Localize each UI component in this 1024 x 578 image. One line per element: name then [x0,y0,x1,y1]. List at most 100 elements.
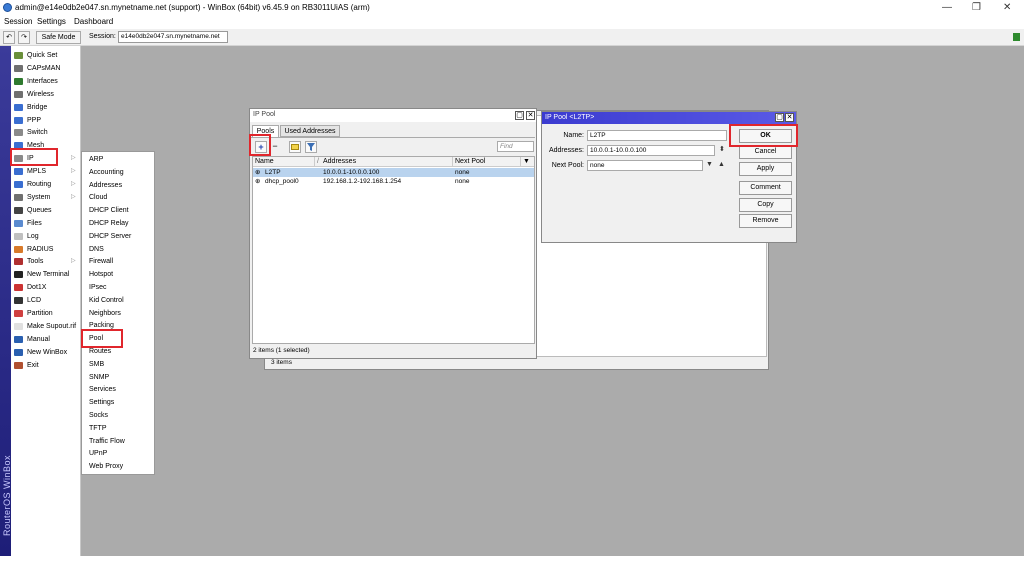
ip-submenu-item-smb[interactable]: SMB [82,358,154,371]
pool-name-cell: dhcp_pool0 [265,178,299,185]
session-field[interactable]: e14e0db2e047.sn.mynetname.net [118,31,228,43]
ip-submenu-item-dhcp-server[interactable]: DHCP Server [82,230,154,243]
sidebar-item-bridge[interactable]: Bridge [11,101,80,114]
ip-submenu-item-web-proxy[interactable]: Web Proxy [82,460,154,473]
sidebar-item-files[interactable]: Files [11,217,80,230]
filter-icon[interactable] [305,141,317,153]
redo-button[interactable]: ↷ [18,31,30,44]
ip-submenu-item-hotspot[interactable]: Hotspot [82,268,154,281]
name-field[interactable]: L2TP [587,130,727,141]
sidebar-item-interfaces[interactable]: Interfaces [11,75,80,88]
background-window-status: 3 items [271,359,292,366]
sidebar-item-lcd[interactable]: LCD [11,294,80,307]
undo-button[interactable]: ↶ [3,31,15,44]
sidebar-item-exit[interactable]: Exit [11,359,80,372]
sidebar-item-routing[interactable]: Routing ▷ [11,178,80,191]
pool-edit-titlebar: IP Pool <L2TP> ▢ ✕ [542,112,796,124]
sidebar-item-label: New WinBox [27,348,68,356]
ip-submenu-item-kid-control[interactable]: Kid Control [82,294,154,307]
ip-submenu-item-cloud[interactable]: Cloud [82,191,154,204]
sidebar-item-log[interactable]: Log [11,230,80,243]
column-chooser-icon[interactable]: ▼ [521,157,534,167]
ip-submenu-item-dhcp-client[interactable]: DHCP Client [82,204,154,217]
menu-dashboard[interactable]: Dashboard [74,17,113,26]
dot1x-icon [14,284,23,292]
interfaces-icon [14,77,23,85]
chevron-up-icon[interactable]: ▲ [718,161,725,168]
ip-submenu-item-settings[interactable]: Settings [82,396,154,409]
submenu-arrow-icon: ▷ [71,181,76,187]
maximize-button[interactable]: ❐ [972,2,981,13]
sidebar-item-tools[interactable]: Tools ▷ [11,255,80,268]
ip-pool-window: IP Pool ▢ ✕ Pools Used Addresses + − Fin… [249,108,537,359]
mpls-icon [14,168,23,176]
comment-button[interactable]: Comment [739,181,792,195]
column-next-pool[interactable]: Next Pool [453,157,521,167]
ip-submenu-item-accounting[interactable]: Accounting [82,166,154,179]
ip-submenu-item-snmp[interactable]: SNMP [82,371,154,384]
sidebar-item-radius[interactable]: RADIUS [11,243,80,256]
pool-addresses-cell: 192.168.1.2-192.168.1.254 [323,178,402,185]
chevron-down-icon[interactable]: ▼ [706,161,713,168]
ip-submenu-item-firewall[interactable]: Firewall [82,255,154,268]
sidebar-item-queues[interactable]: Queues [11,204,80,217]
comment-folder-icon[interactable] [289,141,301,153]
table-row[interactable]: ⊕ L2TP 10.0.0.1-10.0.0.100 none [253,168,534,177]
maximize-icon[interactable]: ▢ [515,111,524,120]
ip-submenu-item-traffic-flow[interactable]: Traffic Flow [82,435,154,448]
menu-session[interactable]: Session [4,17,32,26]
pool-edit-title: IP Pool <L2TP> [545,114,595,121]
column-addresses[interactable]: Addresses [321,157,453,167]
name-label: Name: [563,132,584,139]
ip-submenu-item-dhcp-relay[interactable]: DHCP Relay [82,217,154,230]
close-icon[interactable]: ✕ [785,113,794,122]
safe-mode-button[interactable]: Safe Mode [36,31,81,44]
sidebar-item-label: Tools [27,258,44,266]
sidebar-item-switch[interactable]: Switch [11,126,80,139]
sidebar-item-wireless[interactable]: Wireless [11,88,80,101]
sidebar-item-dot1x[interactable]: Dot1X [11,281,80,294]
tab-used-addresses[interactable]: Used Addresses [280,125,340,137]
ip-submenu-item-socks[interactable]: Socks [82,409,154,422]
copy-button[interactable]: Copy [739,198,792,212]
sidebar-item-system[interactable]: System ▷ [11,191,80,204]
queues-icon [14,206,23,214]
exit-icon [14,361,23,369]
ip-submenu-item-addresses[interactable]: Addresses [82,179,154,192]
bridge-icon [14,103,23,111]
find-input[interactable]: Find [497,141,534,152]
minimize-button[interactable]: — [942,2,952,13]
column-name[interactable]: Name [253,157,315,167]
apply-button[interactable]: Apply [739,162,792,176]
sidebar-item-label: Interfaces [27,77,58,85]
ip-submenu-item-arp[interactable]: ARP [82,153,154,166]
sidebar-item-partition[interactable]: Partition [11,307,80,320]
ip-submenu-item-services[interactable]: Services [82,383,154,396]
sidebar-item-make-supout-rif[interactable]: Make Supout.rif [11,320,80,333]
sidebar-item-new-terminal[interactable]: New Terminal [11,268,80,281]
sidebar-item-label: LCD [27,297,42,305]
maximize-icon[interactable]: ▢ [775,113,784,122]
sidebar-item-manual[interactable]: Manual [11,333,80,346]
table-row[interactable]: ⊕ dhcp_pool0 192.168.1.2-192.168.1.254 n… [253,177,534,186]
switch-icon [14,129,23,137]
ip-submenu-item-tftp[interactable]: TFTP [82,422,154,435]
addresses-spin-icon[interactable]: ⬍ [719,145,725,153]
remove-button[interactable]: Remove [739,214,792,228]
menu-settings[interactable]: Settings [37,17,66,26]
ip-submenu-item-ipsec[interactable]: IPsec [82,281,154,294]
sidebar-item-label: Log [27,232,39,240]
next-pool-select[interactable]: none [587,160,703,171]
sidebar-item-ppp[interactable]: PPP [11,114,80,127]
cancel-button[interactable]: Cancel [739,145,792,159]
sidebar-item-new-winbox[interactable]: New WinBox [11,346,80,359]
sidebar-item-quick-set[interactable]: Quick Set [11,49,80,62]
ip-submenu-item-neighbors[interactable]: Neighbors [82,307,154,320]
ip-submenu-item-dns[interactable]: DNS [82,243,154,256]
sidebar-item-capsman[interactable]: CAPsMAN [11,62,80,75]
ip-submenu-item-upnp[interactable]: UPnP [82,447,154,460]
addresses-field[interactable]: 10.0.0.1-10.0.0.100 [587,145,715,156]
close-button[interactable]: ✕ [1003,2,1011,13]
sidebar-item-mpls[interactable]: MPLS ▷ [11,165,80,178]
close-icon[interactable]: ✕ [526,111,535,120]
